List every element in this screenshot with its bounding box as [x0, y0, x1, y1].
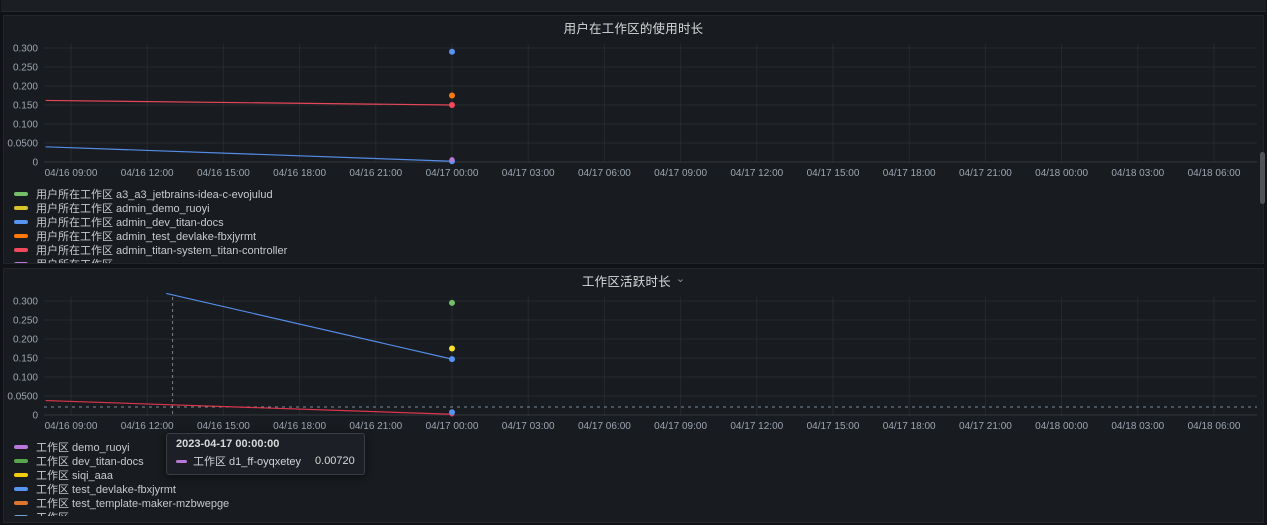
panel-header[interactable]: 工作区活跃时长 ⌄ — [4, 269, 1263, 291]
svg-text:04/17 00:00: 04/17 00:00 — [426, 421, 479, 432]
svg-text:04/18 03:00: 04/18 03:00 — [1111, 168, 1164, 179]
panel-title[interactable]: 用户在工作区的使用时长 — [564, 18, 704, 37]
svg-text:04/18 03:00: 04/18 03:00 — [1111, 421, 1164, 432]
svg-text:04/17 09:00: 04/17 09:00 — [654, 168, 707, 179]
svg-text:04/17 00:00: 04/17 00:00 — [426, 168, 479, 179]
svg-text:0.150: 0.150 — [13, 354, 38, 365]
series-color-marker-icon — [14, 220, 28, 224]
series-color-marker-icon — [14, 445, 28, 449]
svg-text:04/18 00:00: 04/18 00:00 — [1035, 421, 1088, 432]
svg-text:04/16 18:00: 04/16 18:00 — [273, 421, 326, 432]
svg-text:04/16 21:00: 04/16 21:00 — [349, 168, 402, 179]
panel-title[interactable]: 工作区活跃时长 — [582, 271, 671, 290]
svg-text:04/16 12:00: 04/16 12:00 — [121, 421, 174, 432]
svg-text:0: 0 — [32, 411, 38, 422]
svg-text:04/17 09:00: 04/17 09:00 — [654, 421, 707, 432]
tooltip-series-row: 工作区 d1_ff-oyqxetey 0.00720 — [176, 453, 355, 469]
scrollbar-thumb[interactable] — [1260, 152, 1265, 204]
svg-text:0.300: 0.300 — [13, 297, 38, 308]
svg-text:04/17 03:00: 04/17 03:00 — [502, 168, 555, 179]
series-color-marker-icon — [14, 501, 28, 505]
svg-text:04/18 06:00: 04/18 06:00 — [1188, 168, 1241, 179]
svg-text:04/17 03:00: 04/17 03:00 — [502, 421, 555, 432]
svg-text:04/17 06:00: 04/17 06:00 — [578, 168, 631, 179]
legend-item[interactable]: 用户所在工作区 admin_test_devlake-fbxjyrmt — [14, 229, 1263, 243]
svg-text:04/17 21:00: 04/17 21:00 — [959, 421, 1012, 432]
svg-text:0.250: 0.250 — [13, 316, 38, 327]
series-color-marker-icon — [14, 234, 28, 238]
svg-text:04/17 18:00: 04/17 18:00 — [883, 168, 936, 179]
svg-text:0.150: 0.150 — [13, 101, 38, 112]
series-color-marker-icon — [14, 262, 28, 263]
panel-header[interactable]: 用户在工作区的使用时长 — [4, 16, 1263, 38]
svg-text:0.300: 0.300 — [13, 44, 38, 55]
svg-text:0.100: 0.100 — [13, 373, 38, 384]
chart-tooltip: 2023-04-17 00:00:00 工作区 d1_ff-oyqxetey 0… — [166, 433, 365, 475]
legend-item[interactable]: 用户所在工作区 admin_demo_ruoyi — [14, 201, 1263, 215]
series-color-marker-icon — [14, 515, 28, 516]
svg-text:0.200: 0.200 — [13, 335, 38, 346]
svg-text:04/16 12:00: 04/16 12:00 — [121, 168, 174, 179]
svg-text:04/16 15:00: 04/16 15:00 — [197, 421, 250, 432]
legend-item[interactable]: 用户所在工作区 admin_titan-system_titan-control… — [14, 243, 1263, 257]
svg-text:0.0500: 0.0500 — [7, 139, 38, 150]
tooltip-value: 0.00720 — [315, 455, 355, 467]
svg-text:0.100: 0.100 — [13, 120, 38, 131]
svg-text:0: 0 — [32, 158, 38, 169]
legend-item[interactable]: 用户所在工作区 admin_dev_titan-docs — [14, 215, 1263, 229]
svg-text:04/18 00:00: 04/18 00:00 — [1035, 168, 1088, 179]
svg-text:04/17 15:00: 04/17 15:00 — [807, 421, 860, 432]
series-color-marker-icon — [14, 473, 28, 477]
svg-text:0.0500: 0.0500 — [7, 392, 38, 403]
time-series-chart-workspace-active[interactable]: 0 0.0500 0.100 0.150 0.200 0.250 0.300 04/16 09… — [4, 291, 1263, 437]
series-color-marker-icon — [14, 487, 28, 491]
tooltip-timestamp: 2023-04-17 00:00:00 — [176, 438, 355, 450]
svg-text:04/17 12:00: 04/17 12:00 — [730, 168, 783, 179]
time-series-chart-user-usage[interactable]: 0 0.0500 0.100 0.150 0.200 0.250 0.300 04/16 09… — [4, 38, 1263, 184]
svg-text:04/16 09:00: 04/16 09:00 — [45, 421, 98, 432]
svg-text:04/17 06:00: 04/17 06:00 — [578, 421, 631, 432]
series-color-marker-icon — [14, 248, 28, 252]
series-color-marker-icon — [14, 459, 28, 463]
svg-text:04/17 12:00: 04/17 12:00 — [730, 421, 783, 432]
svg-text:04/17 15:00: 04/17 15:00 — [807, 168, 860, 179]
svg-text:04/18 06:00: 04/18 06:00 — [1188, 421, 1241, 432]
legend-label: 工作区 — [36, 509, 69, 516]
legend-item[interactable]: 工作区 test_template-maker-mzbwepge — [14, 496, 1263, 510]
svg-text:04/17 21:00: 04/17 21:00 — [959, 168, 1012, 179]
grafana-dashboard: 用户在工作区的使用时长 00.05000.1000.1500.2000.2500… — [0, 0, 1267, 525]
legend-label: 用户所在工作区 — [36, 256, 113, 263]
panel-user-usage-duration: 用户在工作区的使用时长 00.05000.1000.1500.2000.2500… — [3, 15, 1264, 264]
legend-item[interactable]: 工作区 test_devlake-fbxjyrmt — [14, 482, 1263, 496]
series-color-marker-icon — [14, 206, 28, 210]
chart-legend: 用户所在工作区 a3_a3_jetbrains-idea-c-evojulud用… — [14, 187, 1263, 263]
svg-text:0.250: 0.250 — [13, 63, 38, 74]
svg-text:04/17 18:00: 04/17 18:00 — [883, 421, 936, 432]
chevron-down-icon[interactable]: ⌄ — [676, 274, 685, 284]
svg-text:04/16 18:00: 04/16 18:00 — [273, 168, 326, 179]
svg-text:0.200: 0.200 — [13, 82, 38, 93]
panel-above-edge — [1, 0, 1266, 12]
svg-text:04/16 21:00: 04/16 21:00 — [349, 421, 402, 432]
panel-workspace-active-duration: 工作区活跃时长 ⌄ 0 0.0500 0.100 0.150 0.200 0.250 0.3… — [3, 268, 1264, 523]
series-color-marker-icon — [14, 192, 28, 196]
series-color-marker-icon — [176, 460, 187, 463]
svg-text:04/16 09:00: 04/16 09:00 — [45, 168, 98, 179]
legend-item[interactable]: 用户所在工作区 a3_a3_jetbrains-idea-c-evojulud — [14, 187, 1263, 201]
tooltip-series-label: 工作区 d1_ff-oyqxetey — [193, 453, 301, 469]
svg-text:04/16 15:00: 04/16 15:00 — [197, 168, 250, 179]
